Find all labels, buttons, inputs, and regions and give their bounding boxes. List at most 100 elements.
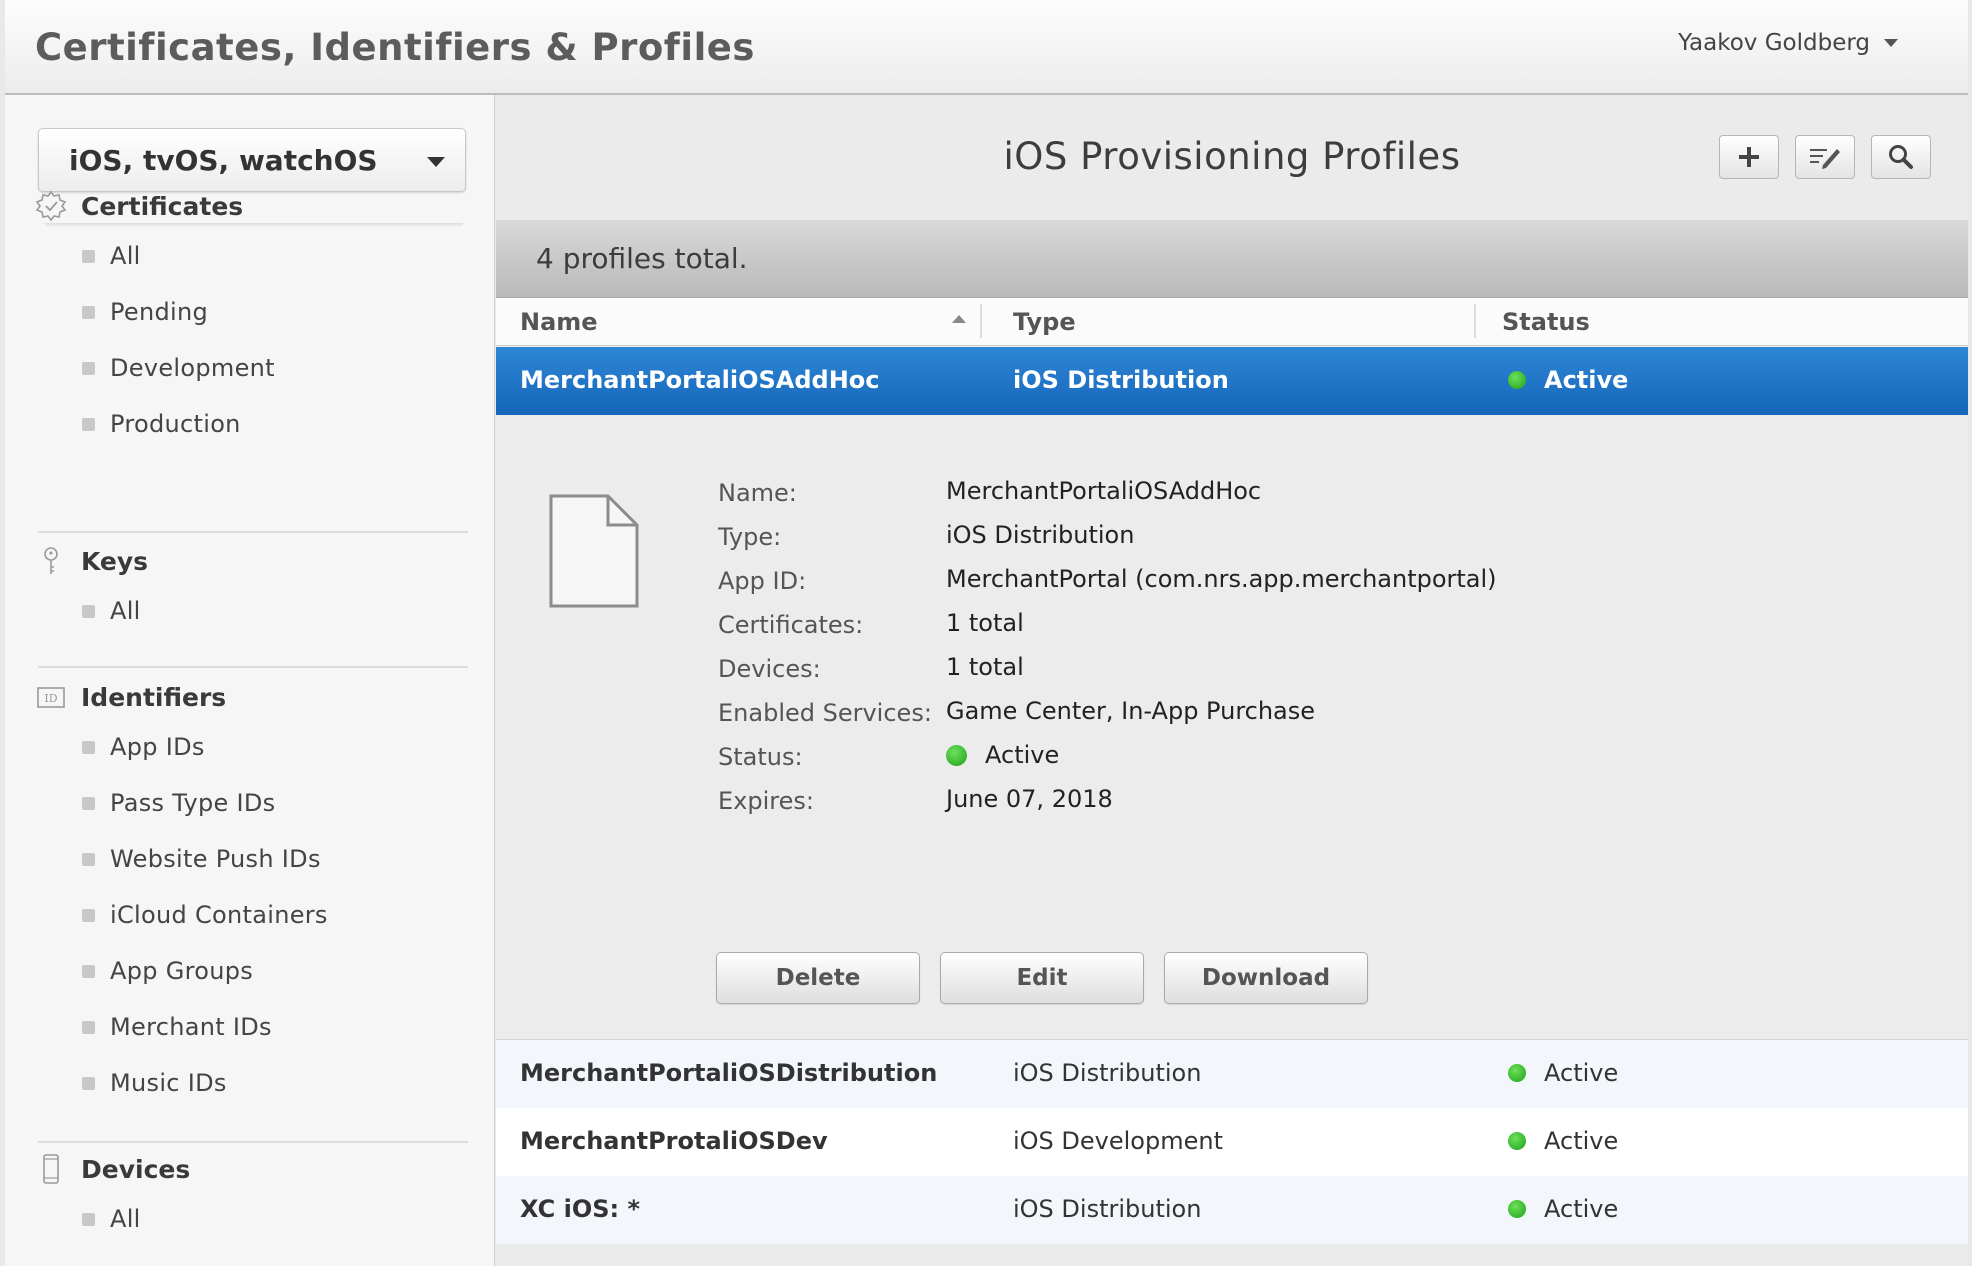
- add-button[interactable]: [1719, 135, 1779, 179]
- bullet-icon: [82, 796, 95, 810]
- profile-name: MerchantPortaliOSAddHoc: [520, 366, 880, 394]
- main-content: iOS Provisioning Profiles 4 profiles tot…: [496, 95, 1968, 1266]
- certificate-icon: [33, 188, 69, 224]
- download-button[interactable]: Download: [1164, 952, 1368, 1004]
- detail-value: MerchantPortal (com.nrs.app.merchantport…: [946, 565, 1497, 593]
- sidebar-item-label: Pass Type IDs: [110, 789, 276, 817]
- detail-label: App ID:: [718, 567, 807, 595]
- user-menu[interactable]: Yaakov Goldberg: [1678, 30, 1898, 56]
- profiles-count-bar: 4 profiles total.: [496, 220, 1968, 298]
- platform-dropdown[interactable]: iOS, tvOS, watchOS: [38, 128, 466, 192]
- sidebar-item-label: App IDs: [110, 733, 205, 761]
- detail-value: iOS Distribution: [946, 521, 1135, 549]
- sidebar-heading-keys[interactable]: Keys: [5, 541, 495, 581]
- sidebar-item-label: All: [110, 597, 141, 625]
- bullet-icon: [82, 908, 95, 922]
- column-separator: [1474, 304, 1476, 338]
- device-icon: [33, 1151, 69, 1187]
- column-header-status[interactable]: Status: [1502, 308, 1590, 336]
- sidebar-item-production[interactable]: Production: [5, 396, 275, 452]
- platform-selected-value: iOS, tvOS, watchOS: [69, 143, 378, 177]
- sidebar-item-pending[interactable]: Pending: [5, 284, 275, 340]
- sidebar-item-certificates-all[interactable]: All: [5, 228, 275, 284]
- sidebar-section-keys: Keys All: [5, 541, 495, 625]
- edit-list-button[interactable]: [1795, 135, 1855, 179]
- bullet-icon: [82, 964, 95, 978]
- sidebar-item-label: All: [110, 242, 141, 270]
- status-text: Active: [1544, 1059, 1619, 1087]
- sidebar-item-devices-all[interactable]: All: [5, 1191, 141, 1247]
- status-text: Active: [1544, 366, 1629, 394]
- sidebar-item-pass-type-ids[interactable]: Pass Type IDs: [5, 775, 328, 831]
- page-title: Certificates, Identifiers & Profiles: [35, 26, 755, 69]
- profile-name: XC iOS: *: [520, 1195, 641, 1223]
- status-active-icon: [1508, 1132, 1526, 1150]
- sidebar-section-identifiers: ID Identifiers App IDs Pass Type IDs Web…: [5, 677, 495, 1097]
- sidebar-section-devices: Devices All: [5, 1149, 495, 1233]
- table-header: Name Type Status: [496, 298, 1968, 346]
- sidebar-item-app-groups[interactable]: App Groups: [5, 943, 328, 999]
- divider: [38, 666, 468, 668]
- sidebar-item-music-ids[interactable]: Music IDs: [5, 1055, 328, 1111]
- profile-type: iOS Distribution: [1013, 1195, 1202, 1223]
- bullet-icon: [82, 305, 95, 319]
- sort-ascending-icon: [952, 315, 966, 323]
- detail-value: Active: [985, 741, 1060, 769]
- status-active-icon: [946, 744, 967, 766]
- document-icon: [549, 494, 639, 608]
- column-header-name[interactable]: Name: [520, 308, 598, 336]
- search-icon: [1889, 145, 1913, 169]
- delete-button[interactable]: Delete: [716, 952, 920, 1004]
- bullet-icon: [82, 852, 95, 866]
- detail-label: Devices:: [718, 655, 821, 683]
- search-button[interactable]: [1871, 135, 1931, 179]
- bullet-icon: [82, 740, 95, 754]
- status-text: Active: [1544, 1195, 1619, 1223]
- table-row[interactable]: XC iOS: * iOS Distribution Active: [496, 1176, 1968, 1244]
- sidebar-heading-certificates[interactable]: Certificates: [5, 186, 495, 226]
- sidebar-item-label: App Groups: [110, 957, 254, 985]
- sidebar-item-website-push-ids[interactable]: Website Push IDs: [5, 831, 328, 887]
- detail-status: Active: [946, 741, 1059, 769]
- sidebar-item-app-ids[interactable]: App IDs: [5, 719, 328, 775]
- bullet-icon: [82, 249, 95, 263]
- bullet-icon: [82, 417, 95, 431]
- profile-status: Active: [1508, 366, 1628, 394]
- detail-value: 1 total: [946, 653, 1024, 681]
- user-name: Yaakov Goldberg: [1678, 30, 1870, 56]
- detail-label: Type:: [718, 523, 782, 551]
- column-header-type[interactable]: Type: [1013, 308, 1076, 336]
- key-icon: [33, 543, 69, 579]
- chevron-down-icon: [427, 157, 445, 167]
- detail-label: Expires:: [718, 787, 814, 815]
- sidebar-heading-devices[interactable]: Devices: [5, 1149, 495, 1189]
- profile-name: MerchantProtaliOSDev: [520, 1127, 828, 1155]
- profiles-count: 4 profiles total.: [536, 242, 748, 275]
- bullet-icon: [82, 361, 95, 375]
- divider: [38, 1141, 468, 1143]
- sidebar-item-label: Music IDs: [110, 1069, 227, 1097]
- detail-label: Status:: [718, 743, 803, 771]
- sidebar-heading-label: Identifiers: [81, 682, 227, 712]
- profile-detail-panel: Name: MerchantPortaliOSAddHoc Type: iOS …: [496, 417, 1968, 1040]
- sidebar-item-keys-all[interactable]: All: [5, 583, 141, 639]
- sidebar-item-label: Website Push IDs: [110, 845, 321, 873]
- sidebar-item-development[interactable]: Development: [5, 340, 275, 396]
- sidebar-item-label: Pending: [110, 298, 209, 326]
- table-row[interactable]: MerchantPortaliOSDistribution iOS Distri…: [496, 1040, 1968, 1108]
- sidebar-item-label: Production: [110, 410, 241, 438]
- sidebar-heading-identifiers[interactable]: ID Identifiers: [5, 677, 495, 717]
- sidebar-item-label: Merchant IDs: [110, 1013, 272, 1041]
- sidebar-item-merchant-ids[interactable]: Merchant IDs: [5, 999, 328, 1055]
- profile-type: iOS Development: [1013, 1127, 1223, 1155]
- bullet-icon: [82, 1212, 95, 1226]
- sidebar-item-label: Development: [110, 354, 275, 382]
- profile-status: Active: [1508, 1059, 1618, 1087]
- edit-button[interactable]: Edit: [940, 952, 1144, 1004]
- profile-type: iOS Distribution: [1013, 1059, 1202, 1087]
- table-row[interactable]: MerchantProtaliOSDev iOS Development Act…: [496, 1108, 1968, 1176]
- table-row[interactable]: MerchantPortaliOSAddHoc iOS Distribution…: [496, 347, 1968, 415]
- detail-value: June 07, 2018: [946, 785, 1113, 813]
- detail-label: Name:: [718, 479, 797, 507]
- sidebar-item-icloud-containers[interactable]: iCloud Containers: [5, 887, 328, 943]
